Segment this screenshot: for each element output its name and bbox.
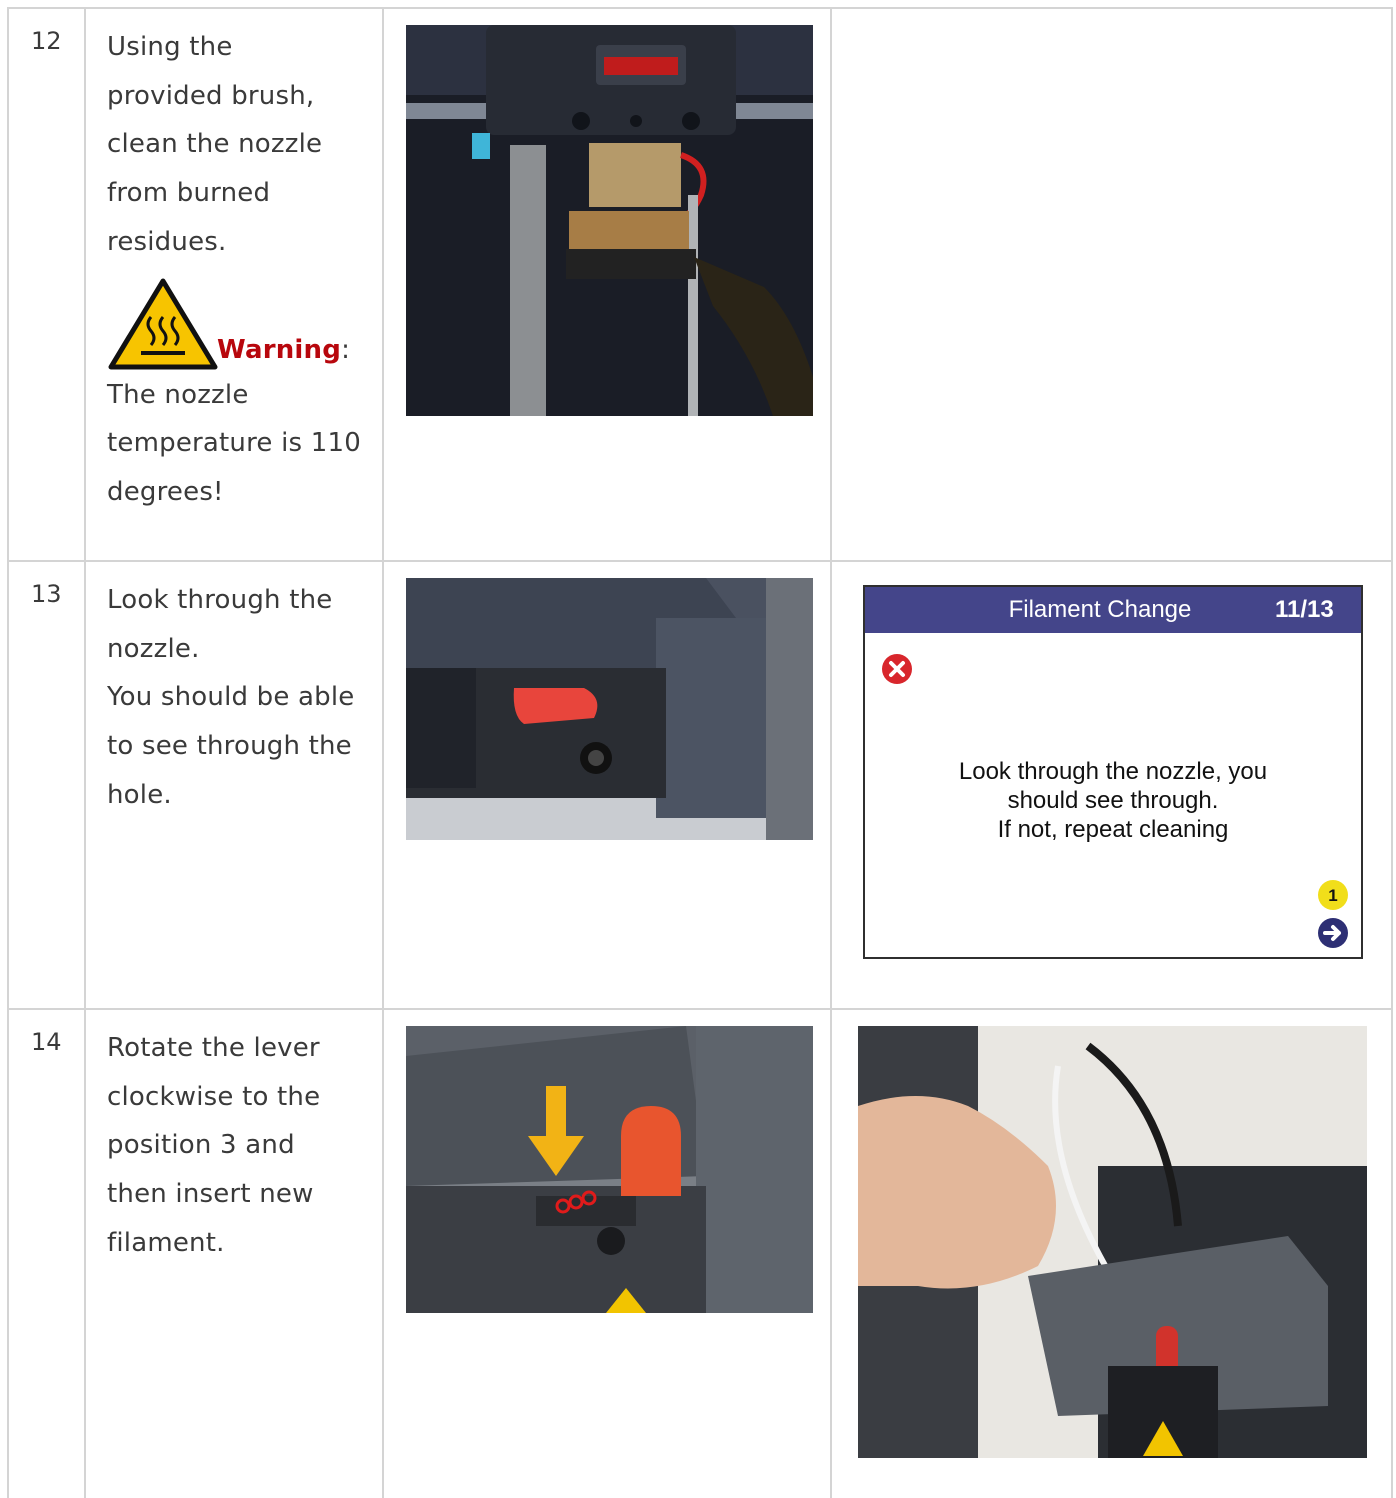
photo-cell	[382, 1008, 832, 1498]
instruction-line: Rotate the lever	[107, 1033, 320, 1063]
step-instructions: Rotate the lever clockwise to the positi…	[84, 1008, 384, 1498]
hot-surface-warning-icon	[108, 278, 218, 370]
instruction-line: Look through the	[107, 585, 333, 615]
warning-line: temperature is 110	[107, 428, 361, 459]
screen-message: Look through the nozzle, you should see …	[865, 757, 1361, 844]
warning-block: Warning:	[107, 277, 372, 371]
instruction-line: You should be able	[107, 682, 355, 713]
step-row: 14 Rotate the lever clockwise to the pos…	[7, 1008, 1393, 1498]
instruction-line: filament.	[107, 1227, 225, 1258]
step-badge: 1	[1318, 880, 1348, 910]
nozzle-brush-photo	[406, 25, 813, 416]
step-number: 12	[7, 7, 86, 562]
empty-cell	[830, 7, 1393, 562]
filament-insert-photo	[858, 1026, 1367, 1458]
steps-table: 12 Using the provided brush, clean the n…	[7, 7, 1393, 1498]
screen-header: Filament Change 11/13	[865, 587, 1361, 633]
badge-number: 1	[1328, 886, 1337, 905]
message-line: Look through the nozzle, you	[958, 758, 1268, 785]
screen-page-indicator: 11/13	[1275, 596, 1334, 623]
error-x-icon[interactable]	[881, 653, 913, 685]
printer-screen: Filament Change 11/13 Look through the n…	[863, 585, 1363, 959]
warning-line: degrees!	[107, 476, 224, 507]
step-number: 14	[7, 1008, 86, 1498]
instruction-line: residues.	[107, 226, 227, 257]
nozzle-hole-photo	[406, 578, 813, 840]
message-line: should see through.	[1007, 787, 1219, 814]
instruction-line: provided brush,	[107, 80, 315, 111]
instruction-line: from burned	[107, 178, 271, 209]
next-arrow-icon[interactable]	[1317, 917, 1349, 949]
photo-cell	[830, 1008, 1393, 1498]
step-number: 13	[7, 560, 86, 1010]
warning-line: The nozzle	[107, 379, 249, 410]
screen-cell: Filament Change 11/13 Look through the n…	[830, 560, 1393, 1010]
step-row: 13 Look through the nozzle. You should b…	[7, 560, 1393, 1010]
instruction-line: clean the nozzle	[107, 129, 323, 160]
instruction-line: to see through the	[107, 731, 352, 762]
instruction-line: position 3 and	[107, 1130, 295, 1161]
instruction-line: Using the	[107, 32, 233, 62]
photo-cell	[382, 7, 832, 562]
instruction-line: nozzle.	[107, 633, 200, 664]
instruction-line: hole.	[107, 779, 172, 810]
lever-position-photo	[406, 1026, 813, 1313]
instruction-line: then insert new	[107, 1179, 314, 1210]
step-instructions: Using the provided brush, clean the nozz…	[84, 7, 384, 562]
message-line: If not, repeat cleaning	[997, 816, 1229, 843]
step-instructions: Look through the nozzle. You should be a…	[84, 560, 384, 1010]
step-row: 12 Using the provided brush, clean the n…	[7, 7, 1393, 562]
screen-title: Filament Change	[1008, 596, 1192, 623]
instruction-line: clockwise to the	[107, 1081, 321, 1112]
photo-cell	[382, 560, 832, 1010]
warning-label: Warning:	[217, 334, 351, 365]
